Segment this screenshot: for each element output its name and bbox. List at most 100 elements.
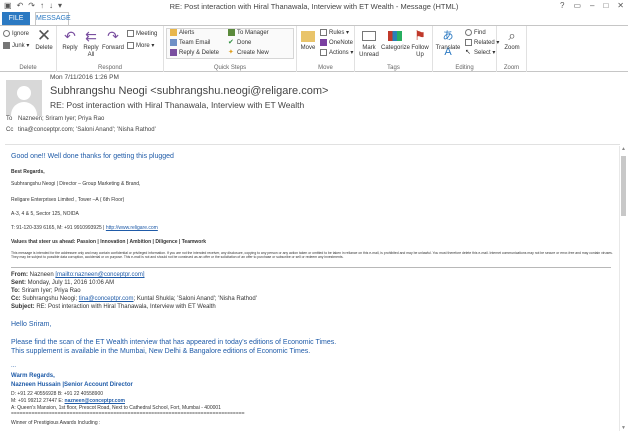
forward-button[interactable]: ↷ Forward xyxy=(102,28,124,52)
more-respond-button[interactable]: More ▾ xyxy=(127,42,154,51)
more-icon xyxy=(127,42,134,49)
junk-button[interactable]: Junk ▾ xyxy=(3,42,29,51)
scroll-thumb[interactable] xyxy=(621,156,626,216)
sender-name[interactable]: Subhrangshu Neogi <subhrangshu.neogi@rel… xyxy=(50,85,328,97)
cc-recipients[interactable]: tina@conceptpr.com; 'Saloni Anand'; 'Nis… xyxy=(18,127,156,133)
body-line-1: Please find the scan of the ET Wealth in… xyxy=(11,339,337,346)
sig-address: A-3, 4 & 5, Sector 125, NOIDA xyxy=(11,211,79,217)
maximize-button[interactable]: □ xyxy=(603,1,608,10)
divider-line xyxy=(11,267,611,268)
help-button[interactable]: ? xyxy=(560,1,564,10)
sig-values: Values that steer us ahead: Passion | In… xyxy=(11,239,207,245)
tab-file[interactable]: FILE xyxy=(2,12,30,25)
message-body: Good one!! Well done thanks for getting … xyxy=(5,144,620,433)
actions-button[interactable]: Actions ▾ xyxy=(320,49,353,58)
avatar-head-shape xyxy=(17,86,31,100)
scroll-down-icon[interactable]: ▼ xyxy=(621,425,626,431)
group-label-editing: Editing xyxy=(455,65,474,71)
fwd-subject: Subject: RE: Post interaction with Hiral… xyxy=(11,304,216,310)
body-line-2: This supplement is available in the Mumb… xyxy=(11,348,311,355)
sig-phone-line: T: 91-120-339 6165, M: +91 9910993925 | … xyxy=(11,225,158,231)
ellipsis: ... xyxy=(11,363,17,369)
find-button[interactable]: Find xyxy=(465,29,486,38)
sig-website-link[interactable]: http://www.religare.com xyxy=(106,225,158,231)
envelope-icon xyxy=(362,31,376,41)
to-line: To Nazneen; Sriram Iyer; Priya Rao xyxy=(6,116,104,122)
mark-unread-button[interactable]: Mark Unread xyxy=(357,28,381,59)
nz-phone-m: M: +91 99212 27447 E: nazneen@conceptpr.… xyxy=(11,398,125,404)
group-label-delete: Delete xyxy=(19,65,37,71)
scroll-up-icon[interactable]: ▲ xyxy=(621,146,626,152)
quickstep-team-email[interactable]: Team Email xyxy=(170,39,210,48)
follow-up-button[interactable]: ⚑ Follow Up xyxy=(410,28,430,59)
ignore-icon xyxy=(3,30,10,37)
create-new-icon: ✦ xyxy=(228,49,234,56)
meeting-button[interactable]: Meeting xyxy=(127,30,157,39)
related-button[interactable]: Related ▾ xyxy=(465,39,499,48)
warm-regards: Warm Regards, xyxy=(11,373,55,379)
rules-button[interactable]: Rules ▾ xyxy=(320,29,349,38)
sent-date: Mon 7/11/2016 1:26 PM xyxy=(50,74,119,81)
window-title: RE: Post interaction with Hiral Thanawal… xyxy=(169,2,459,11)
reply-button[interactable]: ↶ Reply xyxy=(60,28,80,52)
awards-line: Winner of Prestigious Awards Including : xyxy=(11,420,101,426)
actions-icon xyxy=(320,49,327,56)
avatar xyxy=(6,80,42,116)
to-recipients[interactable]: Nazneen; Sriram Iyer; Priya Rao xyxy=(18,116,104,122)
close-button[interactable]: ✕ xyxy=(617,1,624,10)
group-zoom: ⌕ Zoom Zoom xyxy=(497,26,527,72)
to-label: To xyxy=(6,116,13,122)
categorize-button[interactable]: Categorize xyxy=(381,28,410,52)
onenote-icon xyxy=(320,39,327,46)
minimize-button[interactable]: – xyxy=(590,1,594,10)
ignore-button[interactable]: Ignore xyxy=(3,30,29,39)
translate-button[interactable]: あA Translate xyxy=(435,28,461,58)
quickstep-alerts[interactable]: Alerts xyxy=(170,29,194,38)
fwd-cc: Cc: Subhrangshu Neogi; tina@conceptpr.co… xyxy=(11,296,257,302)
related-icon xyxy=(465,39,472,46)
ribbon-display-button[interactable]: ▭ xyxy=(573,1,581,10)
fwd-from-link[interactable]: [mailto:nazneen@conceptpr.com] xyxy=(55,272,144,278)
delete-button[interactable]: ✕ Delete xyxy=(33,26,55,52)
quickstep-to-manager[interactable]: To Manager xyxy=(228,29,269,38)
fwd-sent: Sent: Monday, July 11, 2016 10:06 AM xyxy=(11,280,115,286)
disclaimer: This message is intended for the address… xyxy=(11,251,613,259)
equals-divider: ========================================… xyxy=(11,411,245,417)
quickstep-create-new[interactable]: ✦ Create New xyxy=(228,49,269,58)
select-button[interactable]: ↖ Select ▾ xyxy=(465,49,495,58)
quickstep-reply-delete[interactable]: Reply & Delete xyxy=(170,49,219,58)
tab-message[interactable]: MESSAGE xyxy=(35,12,71,25)
onenote-button[interactable]: OneNote xyxy=(320,39,353,48)
group-tags: Mark Unread Categorize ⚑ Follow Up Tags xyxy=(355,26,433,72)
group-editing: あA Translate Find Related ▾ ↖ Select ▾ Ed… xyxy=(433,26,499,72)
ribbon-tabs: FILE MESSAGE xyxy=(0,12,628,25)
sig-company: Religare Enterprises Limited , Tower –A … xyxy=(11,197,125,203)
title-bar: ▣ ↶ ↷ ↑ ↓ ▾ RE: Post interaction with Hi… xyxy=(0,0,628,12)
group-quick-steps: Alerts Team Email Reply & Delete To Mana… xyxy=(164,26,297,72)
delete-icon: ✕ xyxy=(36,26,52,45)
reply-delete-icon xyxy=(170,49,177,56)
group-respond: ↶ Reply ⇇ Reply All ↷ Forward Meeting Mo… xyxy=(57,26,164,72)
to-manager-icon xyxy=(228,29,235,36)
rules-icon xyxy=(320,29,327,36)
group-delete: Ignore Junk ▾ ✕ Delete Delete xyxy=(0,26,57,72)
vertical-scrollbar[interactable]: ▲ ▼ xyxy=(619,146,626,431)
quickstep-done[interactable]: ✔ Done xyxy=(228,39,251,48)
group-label-quick-steps: Quick Steps xyxy=(213,65,247,71)
zoom-button[interactable]: ⌕ Zoom xyxy=(500,28,524,52)
reply-icon: ↶ xyxy=(64,28,76,44)
junk-icon xyxy=(3,42,10,49)
group-label-tags: Tags xyxy=(387,65,400,71)
group-label-respond: Respond xyxy=(97,65,123,71)
hello-line: Hello Sriram, xyxy=(11,321,52,328)
move-button[interactable]: Move xyxy=(299,28,317,52)
reply-all-button[interactable]: ⇇ Reply All xyxy=(81,28,101,59)
group-label-zoom: Zoom xyxy=(503,65,520,71)
cursor-icon: ↖ xyxy=(465,49,471,56)
team-email-icon xyxy=(170,39,177,46)
fwd-cc-link[interactable]: tina@conceptpr.com xyxy=(79,296,134,302)
magnifier-icon: ⌕ xyxy=(508,28,516,43)
forward-icon: ↷ xyxy=(107,28,119,44)
nz-email-link[interactable]: nazneen@conceptpr.com xyxy=(65,398,125,404)
ribbon: Ignore Junk ▾ ✕ Delete Delete ↶ Reply ⇇ … xyxy=(0,25,628,72)
